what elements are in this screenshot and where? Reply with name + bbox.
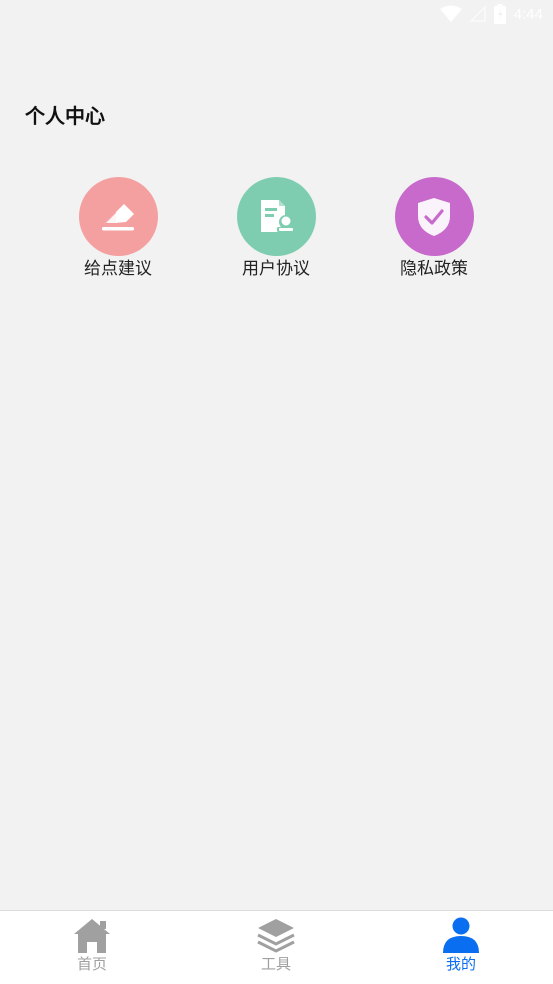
status-icons: 4:44 [439, 4, 543, 24]
status-time: 4:44 [513, 5, 543, 23]
agreement-circle [236, 177, 316, 256]
menu-item-feedback[interactable]: 给点建议 [58, 177, 178, 280]
tab-tools-label: 工具 [260, 955, 291, 973]
feedback-circle [78, 177, 158, 256]
menu-item-user-agreement-label: 用户协议 [242, 259, 310, 279]
tab-mine-label: 我的 [445, 955, 476, 973]
bottom-navigation: 首页 工具 我的 [0, 910, 553, 984]
menu-row: 给点建议 用户协议 隐私政策 [0, 177, 553, 287]
battery-icon [493, 4, 506, 24]
tab-tools[interactable]: 工具 [226, 917, 326, 973]
menu-item-privacy-policy[interactable]: 隐私政策 [374, 177, 494, 280]
wifi-icon [439, 5, 462, 22]
agreement-document-icon [261, 199, 295, 232]
home-icon [74, 919, 110, 953]
layers-icon [257, 919, 295, 953]
privacy-shield-icon [418, 197, 450, 236]
user-icon [443, 917, 479, 953]
status-bar: 4:44 [0, 0, 553, 30]
signal-icon [469, 6, 486, 22]
feedback-envelope-icon [102, 203, 134, 230]
menu-item-user-agreement[interactable]: 用户协议 [216, 177, 336, 280]
tab-mine[interactable]: 我的 [411, 917, 511, 973]
privacy-circle [394, 177, 474, 256]
menu-item-privacy-policy-label: 隐私政策 [400, 259, 468, 279]
tab-home-label: 首页 [76, 955, 107, 973]
tab-home[interactable]: 首页 [42, 917, 142, 973]
menu-item-feedback-label: 给点建议 [84, 259, 152, 279]
page-title: 个人中心 [25, 104, 105, 128]
